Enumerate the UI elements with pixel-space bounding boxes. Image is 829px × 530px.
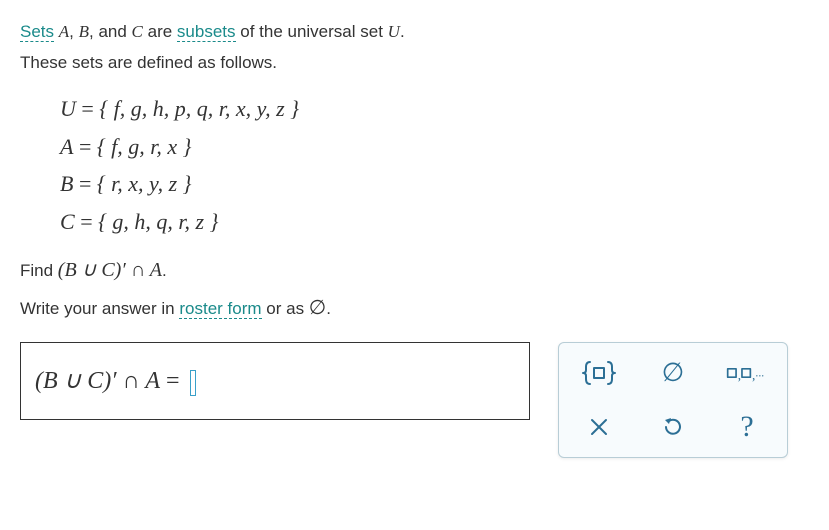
empty-set-button[interactable]: ∅ bbox=[652, 355, 694, 391]
sets-link: Sets bbox=[20, 22, 54, 42]
close-icon bbox=[588, 416, 610, 438]
answer-lhs: (B ∪ C)′ ∩ A bbox=[35, 368, 160, 394]
empty-set-icon: ∅ bbox=[662, 358, 685, 388]
answer-input-cursor[interactable] bbox=[190, 370, 196, 396]
subsets-link: subsets bbox=[177, 22, 236, 42]
help-button[interactable]: ? bbox=[726, 409, 768, 445]
var-c: C bbox=[132, 22, 143, 41]
braces-icon bbox=[580, 358, 618, 388]
list-tool-button[interactable]: , , ... bbox=[726, 355, 768, 391]
intro-line1: Sets A, B, and C are subsets of the univ… bbox=[20, 18, 809, 45]
var-a: A bbox=[59, 22, 69, 41]
def-u: U = { f, g, h, p, q, r, x, y, z } bbox=[60, 90, 809, 127]
intro-line2: These sets are defined as follows. bbox=[20, 49, 809, 76]
roster-form-link: roster form bbox=[179, 299, 261, 319]
help-icon: ? bbox=[740, 410, 753, 444]
answer-box[interactable]: (B ∪ C)′ ∩ A = bbox=[20, 342, 530, 420]
reset-button[interactable] bbox=[652, 409, 694, 445]
var-u: U bbox=[388, 22, 400, 41]
tool-panel: ∅ , , ... bbox=[558, 342, 788, 458]
def-b: B = { r, x, y, z } bbox=[60, 165, 809, 202]
def-a: A = { f, g, r, x } bbox=[60, 128, 809, 165]
roster-tool-button[interactable] bbox=[578, 355, 620, 391]
list-icon: , , ... bbox=[726, 361, 768, 385]
svg-text:,: , bbox=[738, 368, 741, 383]
question-block: Find (B ∪ C)′ ∩ A. Write your answer in … bbox=[20, 254, 809, 324]
undo-icon bbox=[660, 414, 686, 440]
set-definitions: U = { f, g, h, p, q, r, x, y, z } A = { … bbox=[60, 90, 809, 240]
var-b: B bbox=[79, 22, 89, 41]
clear-button[interactable] bbox=[578, 409, 620, 445]
empty-set-symbol: ∅ bbox=[309, 297, 326, 319]
def-c: C = { g, h, q, r, z } bbox=[60, 203, 809, 240]
find-expression: (B ∪ C)′ ∩ A bbox=[58, 259, 162, 281]
svg-text:...: ... bbox=[755, 366, 764, 379]
